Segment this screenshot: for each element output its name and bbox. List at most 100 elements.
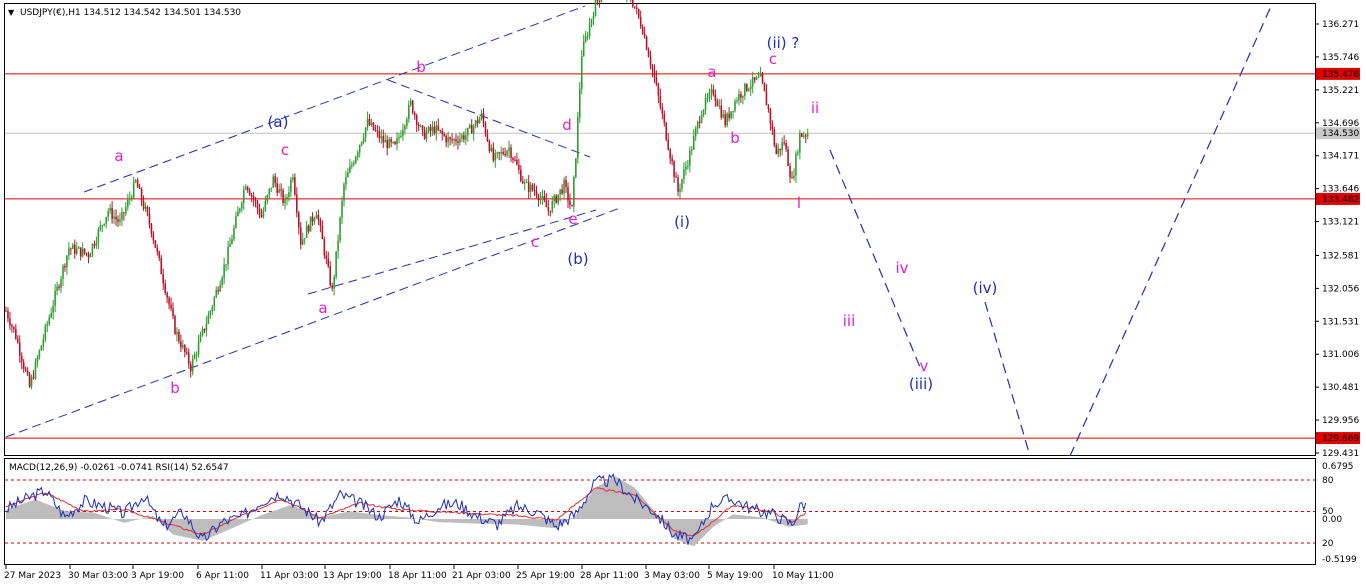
candle-body <box>734 101 736 112</box>
candle-body <box>771 123 774 130</box>
candle-body <box>252 196 255 200</box>
forecast-path[interactable] <box>829 3 1273 457</box>
candle-body <box>46 324 49 326</box>
candle-body <box>472 126 475 134</box>
candle-body <box>394 141 396 145</box>
x-tick-label: 3 May 03:00 <box>644 571 700 581</box>
candle-body <box>231 239 233 245</box>
candle-body <box>99 225 102 230</box>
candle-body <box>641 26 644 34</box>
candle-body <box>508 147 510 151</box>
candle-body <box>525 182 528 184</box>
candle-body <box>244 186 247 190</box>
candle-body <box>569 200 571 205</box>
candle-body <box>62 265 64 279</box>
candle-body <box>341 200 343 218</box>
candle-body <box>160 258 163 275</box>
candle-body <box>671 158 673 162</box>
candle-body <box>632 0 634 7</box>
candle-body <box>136 180 139 188</box>
candle-body <box>354 156 357 164</box>
candle-body <box>215 290 218 298</box>
candle-body <box>586 36 589 38</box>
candle-body <box>573 177 575 207</box>
candle-body <box>419 125 422 127</box>
candle-body <box>248 190 251 196</box>
candle-body <box>15 328 17 339</box>
x-tick-label: 3 Apr 19:00 <box>131 571 184 581</box>
candle-body <box>280 189 282 191</box>
candle-body <box>500 151 502 154</box>
candle-body <box>87 253 90 258</box>
candle-body <box>313 218 316 222</box>
candle-body <box>592 16 595 20</box>
wave-label-iv_mag: iv <box>895 259 908 277</box>
candle-body <box>362 137 365 142</box>
candle-body <box>30 377 33 387</box>
trend-line-1[interactable] <box>83 5 586 193</box>
candle-body <box>476 120 479 124</box>
candle-body <box>557 194 559 203</box>
candle-body <box>22 362 25 369</box>
price-panel-frame <box>4 3 1316 456</box>
forecast-segment-3[interactable] <box>1069 3 1273 457</box>
candle-body <box>425 132 428 139</box>
collapse-triangle-icon[interactable]: ▼ <box>8 8 15 17</box>
candle-body <box>649 57 652 66</box>
candle-body <box>128 198 131 200</box>
candle-body <box>178 331 180 342</box>
x-tick-label: 30 Mar 03:00 <box>68 571 128 581</box>
candle-body <box>461 135 463 139</box>
candle-body <box>239 208 241 212</box>
horizontal-levels[interactable] <box>5 73 1315 439</box>
candle-body <box>150 224 153 234</box>
candle-body <box>580 56 583 89</box>
candle-body <box>598 0 601 2</box>
wave-label-b3: b <box>730 129 740 147</box>
trend-line-4[interactable] <box>307 209 597 295</box>
candle-body <box>753 77 756 80</box>
candle-body <box>75 248 78 254</box>
candle-body <box>777 148 780 155</box>
x-tick-label: 18 Apr 11:00 <box>388 571 447 581</box>
candle-body <box>722 114 725 118</box>
candle-body <box>28 374 31 387</box>
candle-body <box>138 187 141 189</box>
candle-body <box>466 127 469 136</box>
candle-body <box>533 189 536 192</box>
candle-body <box>182 345 184 348</box>
candle-body <box>209 311 212 316</box>
candle-body <box>189 364 192 372</box>
candle-body <box>339 217 341 241</box>
indicator-axis: 0.679580500.0020-0.5199 <box>1322 462 1357 565</box>
candle-body <box>103 223 106 226</box>
candle-body <box>689 150 691 166</box>
candle-body <box>119 219 121 222</box>
candle-body <box>687 165 689 167</box>
wave-label-i_mag: i <box>797 194 801 212</box>
candle-body <box>690 149 693 151</box>
candle-body <box>783 142 785 144</box>
candle-body <box>759 73 762 77</box>
candle-body <box>89 253 92 258</box>
forecast-segment-2[interactable] <box>984 301 1031 457</box>
usdjpy-chart[interactable]: ▼ USDJPY(€),H1 134.512 134.542 134.501 1… <box>0 0 1366 588</box>
candle-body <box>457 141 459 143</box>
candle-body <box>742 95 744 98</box>
y-tick-label: 132.581 <box>1322 251 1359 261</box>
candle-body <box>535 191 538 196</box>
wave-label-i_blue: (i) <box>674 213 690 231</box>
candle-body <box>56 286 58 291</box>
candle-body <box>20 355 23 363</box>
current-price-tag: 134.530 <box>1322 129 1359 139</box>
candle-body <box>386 140 389 149</box>
candle-body <box>207 315 210 324</box>
candle-body <box>447 137 449 143</box>
candle-body <box>7 310 9 319</box>
wave-label-iii_blue: (iii) <box>909 375 933 393</box>
candle-body <box>335 251 337 277</box>
candle-body <box>804 135 807 137</box>
candle-body <box>510 147 512 158</box>
candle-body <box>42 339 45 346</box>
candle-body <box>704 98 707 111</box>
